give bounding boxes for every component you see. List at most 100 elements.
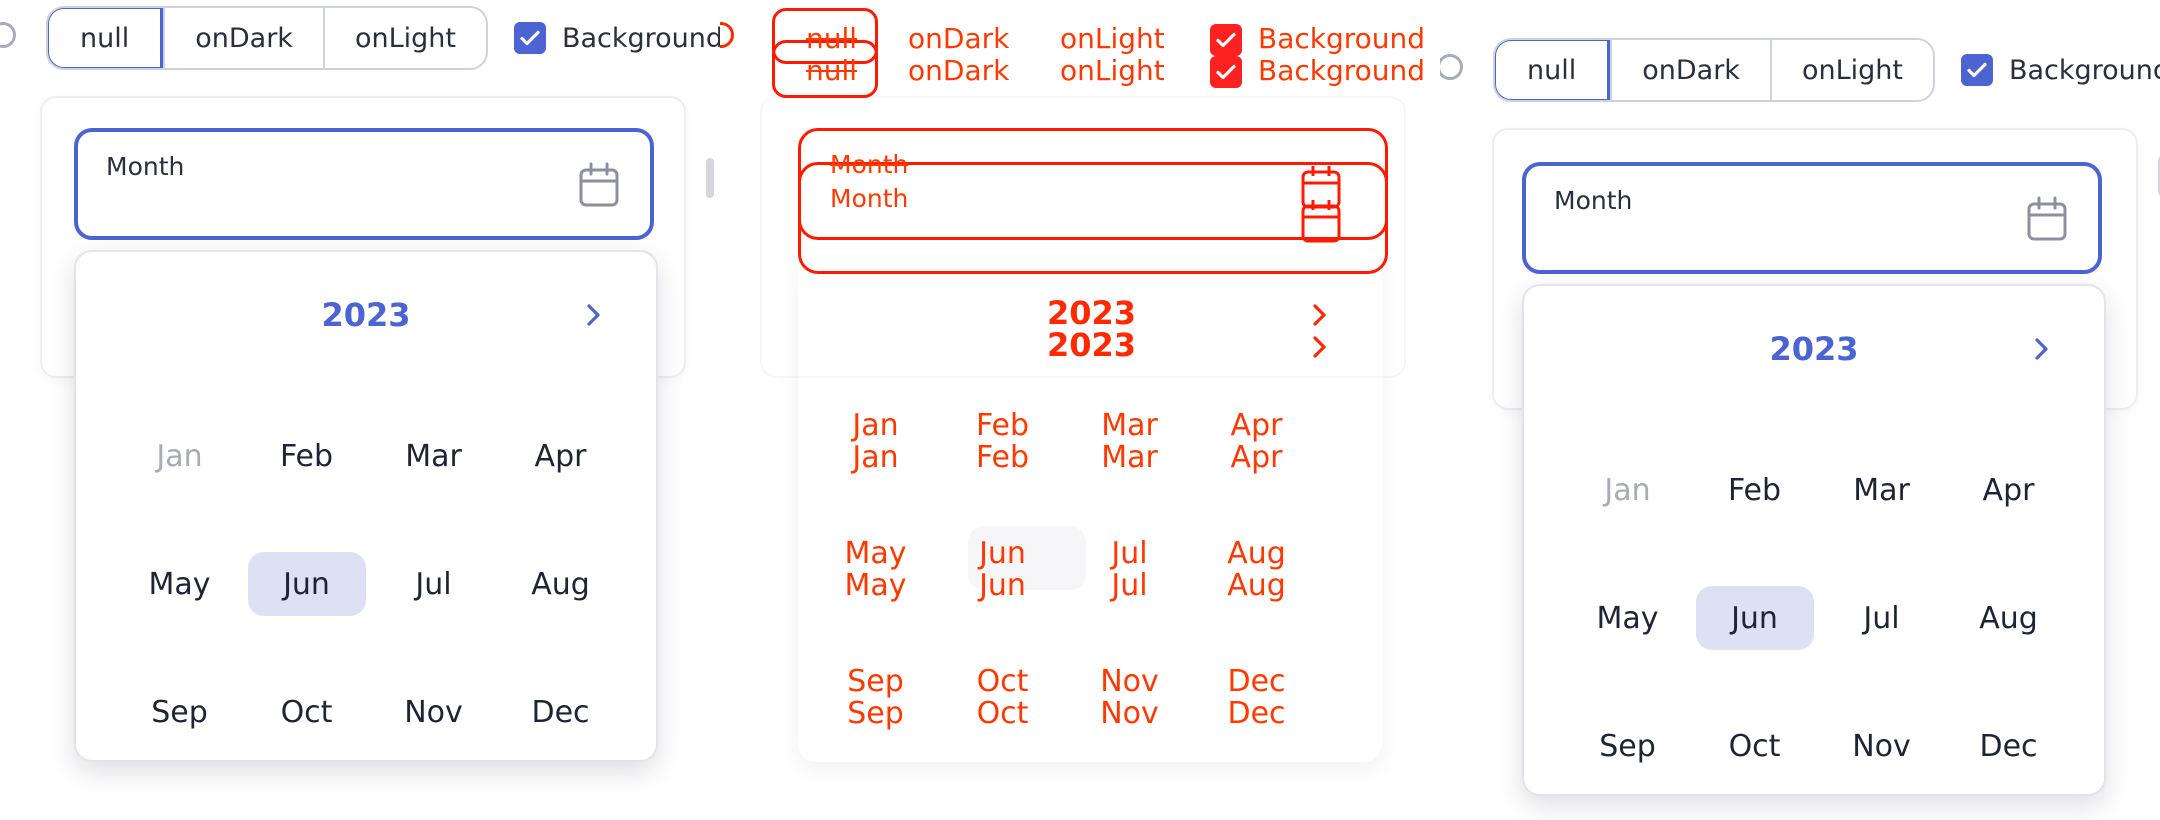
segment-onlight-text: onLight [1060,54,1165,87]
chevron-right-icon [1313,336,1327,358]
month-nov[interactable]: Nov [370,648,497,776]
month-jan: Jan [116,392,243,520]
month-aug[interactable]: Aug [497,520,624,648]
background-label: Background [561,22,720,54]
year-label: 2023 [1769,330,1859,368]
month-label: Nov [1852,728,1911,764]
month-label-outline: Feb [975,440,1030,475]
month-label: Apr [1982,472,2035,508]
month-dec[interactable]: Dec [497,648,624,776]
month-label-outline: Apr [1230,408,1283,443]
month-aug[interactable]: Aug [1945,554,2072,682]
segment-null[interactable]: null [1494,40,1611,100]
month-jul[interactable]: Jul [370,520,497,648]
month-mar[interactable]: Mar [1818,426,1945,554]
month-label-outline: Oct [976,664,1029,699]
month-label: May [1596,600,1659,636]
month-may[interactable]: May [116,520,243,648]
month-grid: Jan Feb Mar Apr May Jun Jul Aug Sep Oct … [1564,426,2072,810]
toolbar: null onDark onLight Background [46,6,720,70]
month-label-outline: Aug [1227,536,1286,571]
month-apr[interactable]: Apr [1945,426,2072,554]
month-label-outline: Apr [1230,440,1283,475]
month-oct[interactable]: Oct [1691,682,1818,810]
checkmark-icon [1967,62,1987,78]
background-checkbox[interactable] [513,22,546,54]
checkmark-icon [520,30,540,46]
calendar-icon[interactable] [578,162,620,208]
month-apr[interactable]: Apr [497,392,624,520]
month-jun[interactable]: Jun [243,520,370,648]
month-label-outline: Mar [1101,440,1158,475]
help-icon [720,22,734,48]
month-label: Oct [1728,728,1781,764]
segment-null[interactable]: null [47,8,164,68]
help-icon[interactable] [0,22,16,48]
month-label-outline: Aug [1227,568,1286,603]
month-label-outline: Nov [1100,664,1159,699]
month-label: Jan [156,438,203,474]
month-label: Aug [1979,600,2038,636]
month-label-outline: Jul [1111,568,1148,603]
chevron-right-icon[interactable] [2032,336,2052,362]
month-dec[interactable]: Dec [1945,682,2072,810]
month-label: Dec [1979,728,2038,764]
scrollbar[interactable] [706,158,714,198]
month-label: Jan [1604,472,1651,508]
segment-ondark-text: onDark [908,54,1010,87]
month-input-label: Month [1554,186,1633,215]
month-jan: Jan [1564,426,1691,554]
calendar-icon [1301,200,1341,243]
segment-ondark[interactable]: onDark [1610,40,1770,100]
month-feb[interactable]: Feb [1691,426,1818,554]
chevron-right-icon[interactable] [584,302,604,328]
month-label-outline: Jun [979,568,1026,603]
month-label: Sep [151,694,208,730]
month-nov[interactable]: Nov [1818,682,1945,810]
segment-ondark[interactable]: onDark [163,8,323,68]
month-label-outline: Jun [979,536,1026,571]
month-label: Feb [279,438,334,474]
calendar-icon[interactable] [2026,196,2068,242]
month-oct[interactable]: Oct [243,648,370,776]
segmented-control: null onDark onLight [46,6,488,70]
month-jun[interactable]: Jun [1691,554,1818,682]
panel-middle-outline: null null onDark onDark onLight onLight … [720,0,1440,820]
month-label-outline: Dec [1227,696,1286,731]
month-input-label: Month [830,150,909,179]
month-label-outline: Jan [852,408,899,443]
month-mar[interactable]: Mar [370,392,497,520]
month-input-label: Month [106,152,185,181]
month-input-label: Month [830,184,909,213]
month-label: Jun [247,552,366,616]
month-input[interactable]: Month [74,128,654,240]
month-label: Mar [1853,472,1910,508]
panel-right: null onDark onLight Background Month 202… [1440,0,2160,820]
month-label: Sep [1599,728,1656,764]
month-jul[interactable]: Jul [1818,554,1945,682]
background-toggle[interactable]: Background [513,22,720,54]
month-may[interactable]: May [1564,554,1691,682]
month-sep[interactable]: Sep [116,648,243,776]
month-input[interactable]: Month [1522,162,2102,274]
background-toggle[interactable]: Background [1960,54,2160,86]
month-label: May [148,566,211,602]
panel-left: null onDark onLight Background Month 202… [0,0,720,820]
month-label: Jul [415,566,452,602]
month-label: Dec [531,694,590,730]
segment-onlight-text: onLight [1060,22,1165,55]
month-label: Jul [1863,600,1900,636]
background-label: Background [2008,54,2160,86]
segmented-control: null onDark onLight [1493,38,1935,102]
toolbar: null onDark onLight Background [1493,38,2160,102]
segment-onlight[interactable]: onLight [1769,40,1933,100]
month-feb[interactable]: Feb [243,392,370,520]
month-sep[interactable]: Sep [1564,682,1691,810]
background-checkbox[interactable] [1960,54,1993,86]
segment-onlight[interactable]: onLight [322,8,486,68]
help-icon[interactable] [1440,54,1463,80]
month-label: Apr [534,438,587,474]
month-picker-popup: 2023 Jan Feb Mar Apr May Jun Jul Aug Sep… [1522,284,2106,796]
month-label: Oct [280,694,333,730]
month-label: Aug [531,566,590,602]
